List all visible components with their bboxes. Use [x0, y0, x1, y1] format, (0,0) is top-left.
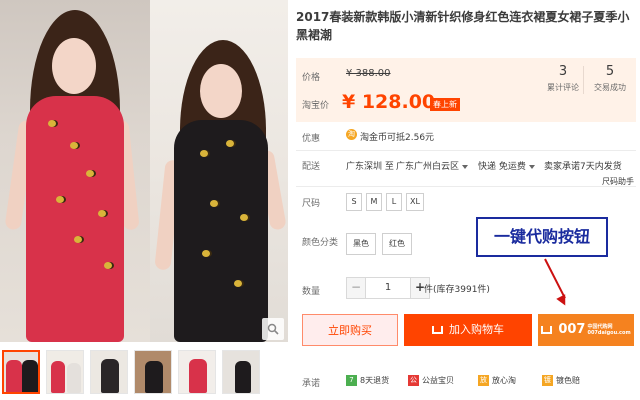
quantity-input[interactable]: 1 — [365, 278, 411, 298]
taobao-price-label: 淘宝价 — [302, 101, 330, 111]
promise-label: 承诺 — [302, 379, 321, 389]
taojinbi-coin-icon: 淘 — [346, 129, 357, 140]
photo-model-red-dress — [0, 0, 150, 342]
divider — [296, 186, 636, 187]
review-count: 3 — [558, 64, 568, 79]
promise-charity[interactable]: 公公益宝贝 — [408, 375, 454, 386]
color-label: 颜色分类 — [302, 238, 339, 248]
thumbnail-6[interactable] — [222, 350, 260, 394]
ship-promise: 卖家承诺7天内发货 — [544, 162, 622, 172]
chevron-down-icon — [528, 164, 535, 169]
color-option-black[interactable]: 黑色 — [346, 233, 376, 255]
add-to-cart-label: 加入购物车 — [449, 323, 504, 336]
quantity-label: 数量 — [302, 287, 321, 297]
promise-plating[interactable]: 镀镀色赔 — [542, 375, 580, 386]
size-option-l[interactable]: L — [386, 193, 402, 211]
original-price: ¥ 388.00 — [346, 68, 391, 79]
promise-assured-label: 放心淘 — [492, 376, 516, 385]
express-selector[interactable]: 快递 免运费 — [478, 159, 535, 172]
size-label: 尺码 — [302, 199, 321, 209]
return-icon: 7 — [346, 375, 357, 386]
thumbnail-2[interactable] — [46, 350, 84, 394]
size-option-m[interactable]: M — [366, 193, 382, 211]
shipping-label: 配送 — [302, 162, 321, 172]
agent-logo-text: 007 — [558, 322, 586, 337]
thumbnail-4[interactable] — [134, 350, 172, 394]
size-option-s[interactable]: S — [346, 193, 362, 211]
photo-model-black-dress — [150, 0, 288, 342]
cart-icon — [432, 326, 443, 334]
promo-badge: 春上新 — [430, 98, 460, 111]
thumbnail-strip — [0, 350, 288, 396]
stat-transactions[interactable]: 5 交易成功 — [585, 64, 635, 93]
color-option-red[interactable]: 红色 — [382, 233, 412, 255]
buy-now-button[interactable]: 立即购买 — [302, 314, 398, 346]
promise-plating-label: 镀色赔 — [556, 376, 580, 385]
price-label: 价格 — [302, 73, 321, 83]
size-option-xl[interactable]: XL — [406, 193, 424, 211]
current-price: ¥ 128.00 — [342, 91, 436, 113]
main-product-photo[interactable] — [0, 0, 288, 342]
annotation-one-click-agent-button: 一键代购按钮 — [476, 217, 608, 257]
stat-divider — [583, 66, 584, 94]
product-detail-panel: 2017春装新款韩版小清新针织修身红色连衣裙夏女裙子夏季小黑裙潮 价格 ¥ 38… — [296, 0, 636, 400]
promise-return-label: 8天退货 — [360, 376, 390, 385]
promise-return[interactable]: 7 8天退货 — [346, 375, 389, 386]
charity-icon: 公 — [408, 375, 419, 386]
transaction-label: 交易成功 — [594, 83, 626, 92]
annotation-arrow — [544, 258, 566, 299]
discount-label: 优惠 — [302, 134, 321, 144]
ship-to-text: 广东广州白云区 — [396, 162, 460, 172]
zoom-button[interactable] — [262, 318, 284, 340]
stock-info: 件(库存3991件) — [424, 285, 490, 295]
quantity-decrease-button[interactable]: − — [347, 278, 365, 298]
magnifier-icon — [267, 323, 279, 335]
quantity-stepper: − 1 + — [346, 277, 430, 299]
plating-icon: 镀 — [542, 375, 553, 386]
ship-from: 广东深圳 至 — [346, 162, 394, 172]
assured-icon: 放 — [478, 375, 489, 386]
promise-charity-label: 公益宝贝 — [422, 376, 454, 385]
divider — [296, 150, 636, 151]
review-label: 累计评论 — [547, 83, 579, 92]
agent-logo-sub2: 007daigou.com — [587, 330, 631, 336]
thumbnail-5[interactable] — [178, 350, 216, 394]
agent-logo-subtext: 中国代购网 007daigou.com — [587, 324, 630, 336]
thumbnail-3[interactable] — [90, 350, 128, 394]
chevron-down-icon — [462, 164, 469, 169]
one-click-agent-buy-button[interactable]: 007 中国代购网 007daigou.com — [538, 314, 634, 346]
product-title: 2017春装新款韩版小清新针织修身红色连衣裙夏女裙子夏季小黑裙潮 — [296, 10, 630, 42]
promise-assured[interactable]: 放放心淘 — [478, 375, 516, 386]
stat-reviews[interactable]: 3 累计评论 — [538, 64, 588, 93]
express-text: 快递 免运费 — [478, 162, 526, 172]
add-to-cart-button[interactable]: 加入购物车 — [404, 314, 532, 346]
annotation-arrow-head — [556, 294, 570, 308]
cart-icon — [541, 326, 553, 334]
transaction-count: 5 — [605, 64, 615, 79]
discount-text: 淘金币可抵2.56元 — [360, 133, 435, 143]
ship-to-selector[interactable]: 广东广州白云区 — [396, 159, 469, 172]
price-box: 价格 ¥ 388.00 淘宝价 ¥ 128.00 春上新 3 累计评论 5 交易… — [296, 58, 636, 122]
thumbnail-1[interactable] — [2, 350, 40, 394]
